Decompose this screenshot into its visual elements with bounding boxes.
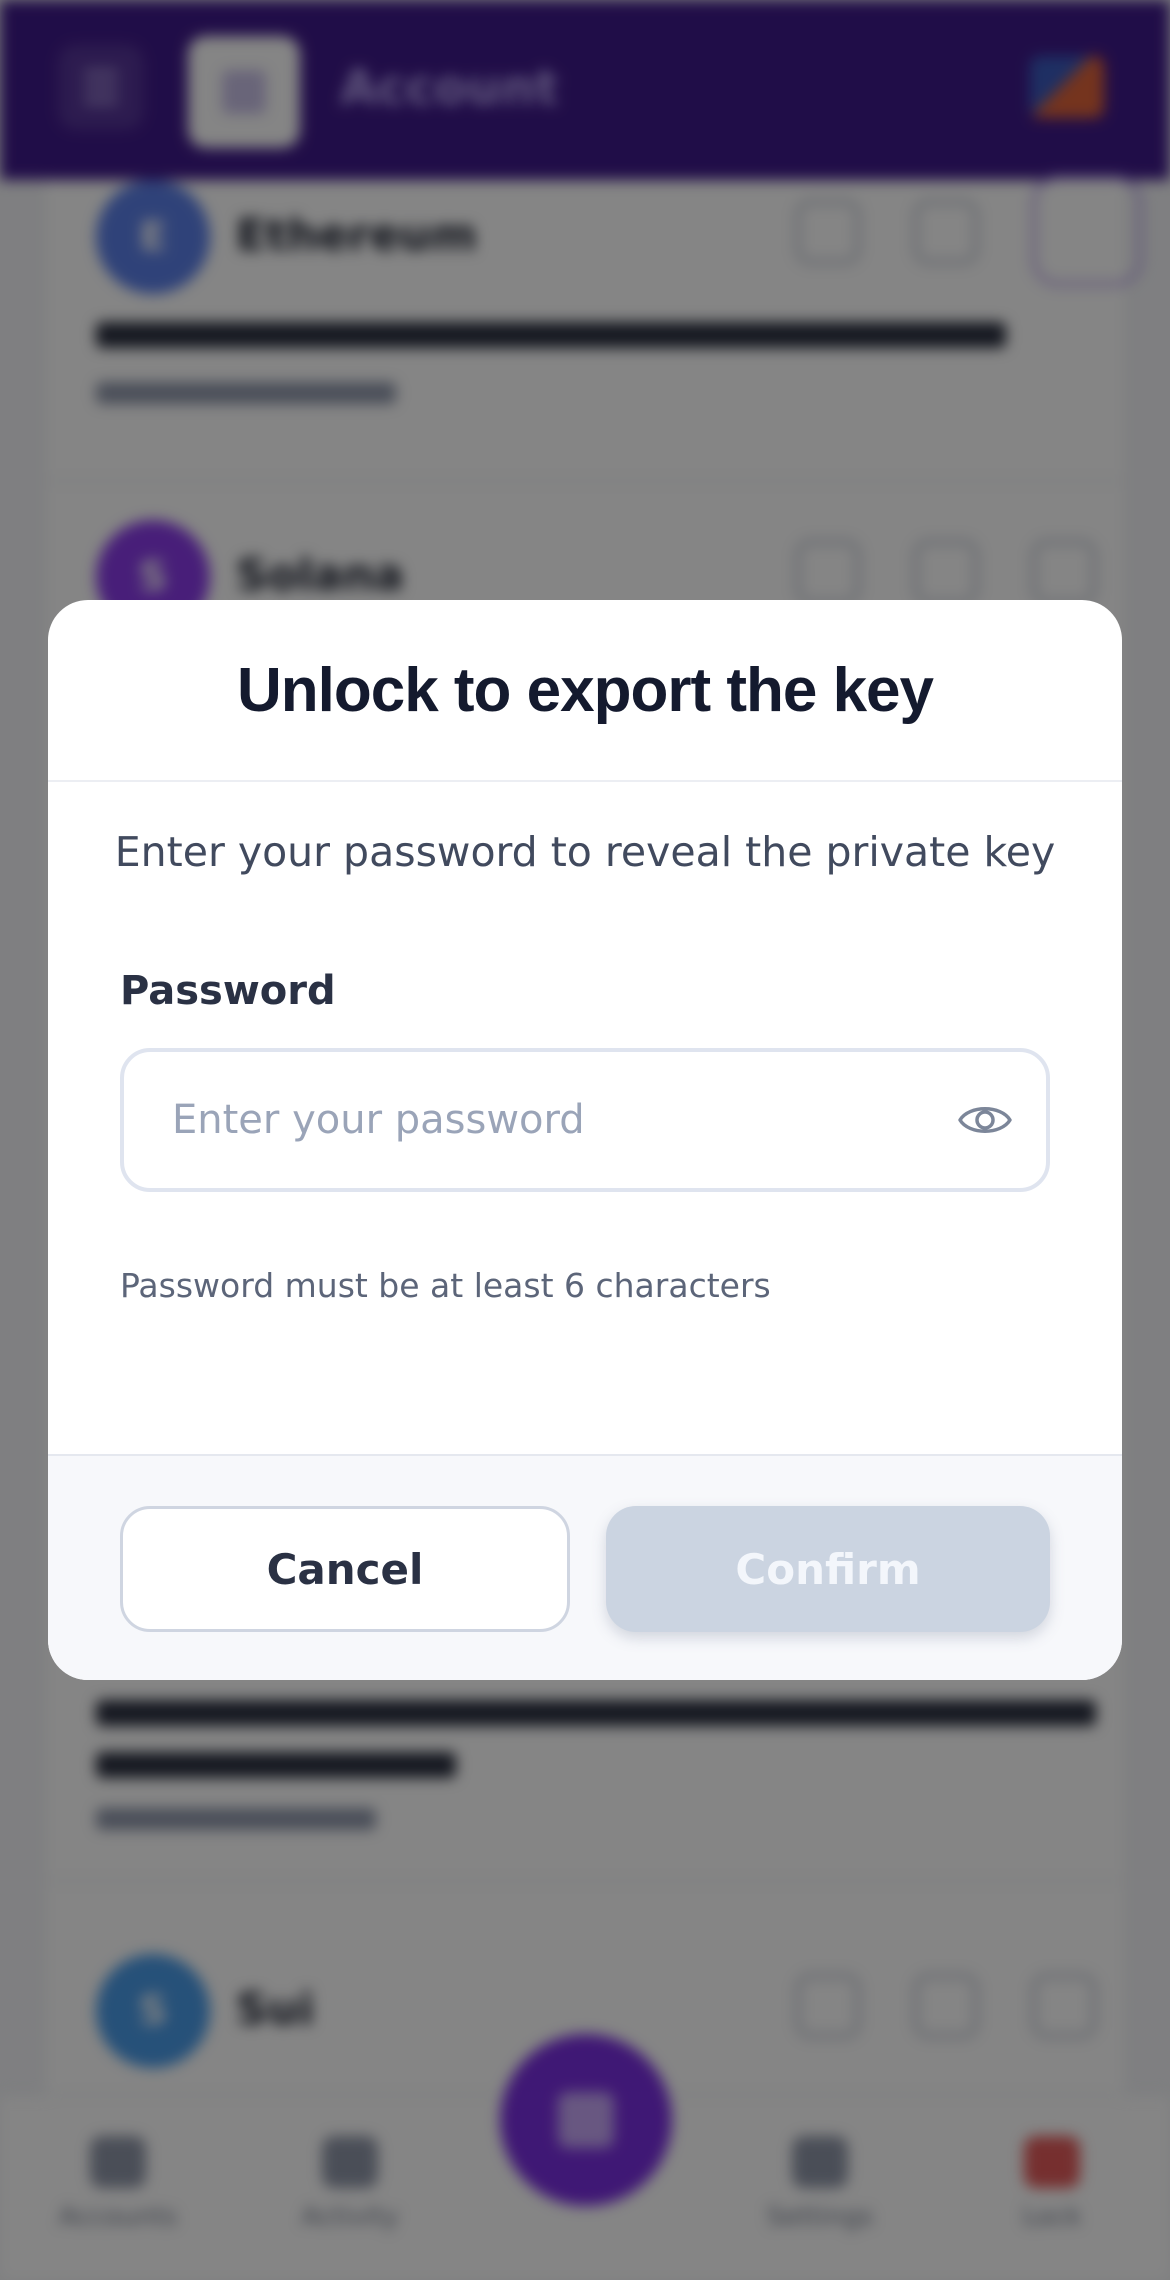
dialog-header: Unlock to export the key [48,600,1122,782]
password-label: Password [120,968,336,1014]
cancel-button[interactable]: Cancel [120,1506,570,1632]
unlock-dialog: Unlock to export the key Enter your pass… [48,600,1122,1680]
password-input[interactable] [172,1052,932,1188]
dialog-title: Unlock to export the key [236,655,934,725]
eye-icon[interactable] [954,1092,1016,1148]
password-hint: Password must be at least 6 characters [120,1266,771,1305]
dialog-description: Enter your password to reveal the privat… [114,828,1056,876]
confirm-button[interactable]: Confirm [606,1506,1050,1632]
password-field [120,1048,1050,1192]
dialog-footer: Cancel Confirm [48,1454,1122,1680]
